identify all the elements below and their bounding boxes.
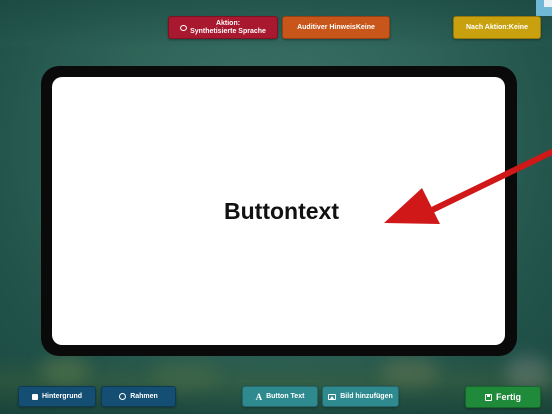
add-image-label: Bild hinzufügen — [340, 393, 393, 400]
audio-hint-label: Auditiver HinweisKeine — [297, 23, 375, 31]
circle-icon — [119, 393, 127, 400]
add-image-button[interactable]: Bild hinzufügen — [322, 386, 399, 407]
corner-indicator — [544, 0, 552, 7]
save-icon — [484, 393, 492, 401]
button-card[interactable]: Buttontext — [52, 77, 505, 345]
next-action-label: Nach Aktion:Keine — [466, 23, 528, 31]
background-label: Hintergrund — [41, 393, 83, 400]
image-icon — [328, 393, 337, 400]
frame-label: Rahmen — [130, 393, 158, 400]
action-label-line2: Synthetisierte Sprache — [190, 27, 266, 35]
button-text-label: Button Text — [266, 393, 305, 400]
square-icon — [31, 393, 38, 400]
action-button-text: Aktion: Synthetisierte Sprache — [190, 20, 266, 36]
done-button[interactable]: Fertig — [465, 386, 541, 408]
button-text-button[interactable]: A Button Text — [242, 386, 318, 407]
button-card-text[interactable]: Buttontext — [224, 198, 339, 225]
action-button[interactable]: Aktion: Synthetisierte Sprache — [168, 16, 278, 39]
next-action-button[interactable]: Nach Aktion:Keine — [453, 16, 541, 39]
done-label: Fertig — [495, 392, 521, 402]
audio-hint-button[interactable]: Auditiver HinweisKeine — [282, 16, 390, 39]
frame-button[interactable]: Rahmen — [101, 386, 176, 407]
background-blur-light — [380, 358, 440, 386]
letter-a-icon: A — [255, 391, 263, 402]
action-label-line1: Aktion: — [215, 19, 241, 27]
speech-bubble-icon — [180, 24, 188, 31]
button-editor-screen: Aktion: Synthetisierte Sprache Auditiver… — [0, 0, 552, 414]
background-blur-light — [40, 355, 90, 385]
background-button[interactable]: Hintergrund — [18, 386, 96, 407]
background-blur-light — [505, 355, 550, 390]
